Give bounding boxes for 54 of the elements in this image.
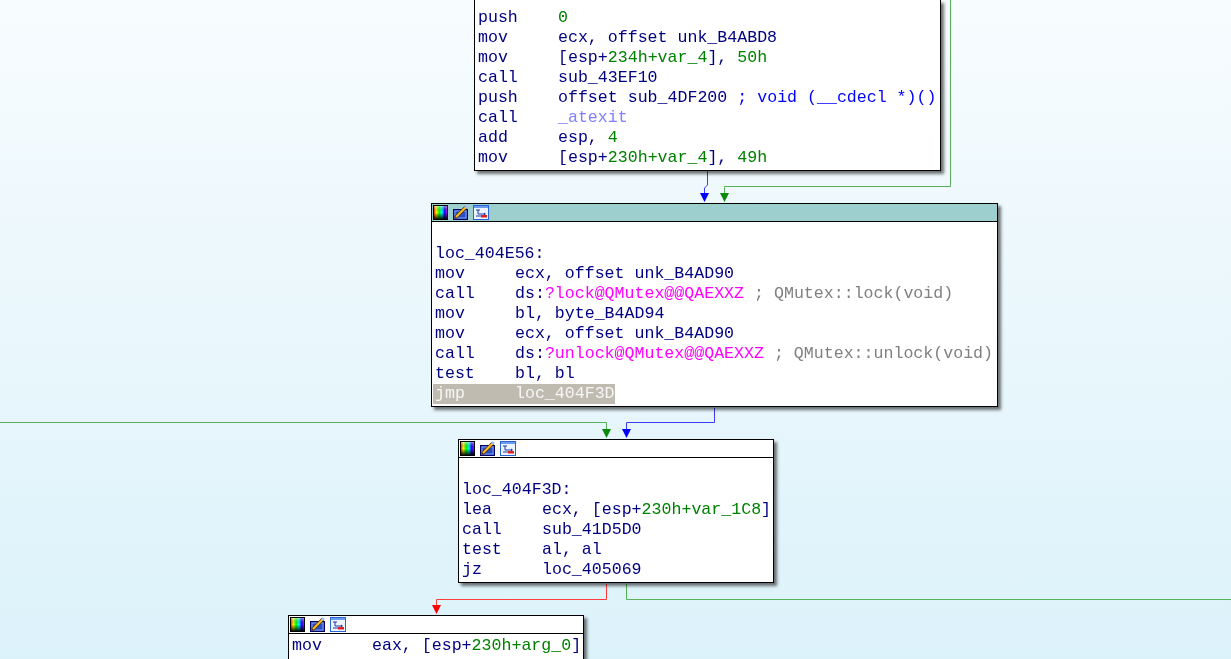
code-mnemonic: test (435, 364, 475, 384)
code-operand: sub_43EF10 (558, 68, 658, 88)
code-mnemonic: push (478, 88, 518, 108)
color-gradient-icon[interactable] (290, 617, 305, 632)
code-mnemonic: call (462, 520, 502, 540)
code-mnemonic: mov (435, 264, 465, 284)
code-operand: esp, 4 (558, 128, 618, 148)
code-operand: loc_405069 (542, 560, 642, 580)
code-mnemonic: mov (478, 48, 508, 68)
code-operand: ecx, [esp+230h+var_1C8] (542, 500, 772, 520)
code-operand: _atexit (558, 108, 628, 128)
code-label: loc_404F3D: (462, 480, 572, 500)
graph-window-icon[interactable] (500, 441, 516, 456)
code-label: loc_404E56: (435, 244, 545, 264)
code-mnemonic: mov (435, 304, 465, 324)
code-comment: ; void (__cdecl *)() (737, 88, 937, 108)
code-mnemonic: add (478, 128, 508, 148)
code-operand: offset sub_4DF200 (558, 88, 728, 108)
code-mnemonic: mov (435, 324, 465, 344)
code-mnemonic: call (478, 68, 518, 88)
color-gradient-icon[interactable] (433, 205, 448, 220)
graph-window-icon[interactable] (330, 617, 346, 632)
code-comment: ; QMutex::lock(void) (754, 284, 954, 304)
code-mnemonic: mov (478, 28, 508, 48)
code-mnemonic: lea (462, 500, 492, 520)
code-operand: ds:?lock@QMutex@@QAEXXZ (515, 284, 745, 304)
code-mnemonic: mov (292, 636, 322, 656)
code-operand: ecx, offset unk_B4AD90 (515, 264, 735, 284)
code-comment: ; QMutex::unlock(void) (773, 344, 994, 364)
pencil-icon[interactable] (310, 617, 325, 632)
code-mnemonic: call (435, 344, 475, 364)
code-operand: 0 (558, 8, 568, 28)
code-operand: ds:?unlock@QMutex@@QAEXXZ (515, 344, 764, 364)
code-mnemonic: test (462, 540, 502, 560)
code-operand: bl, byte_B4AD94 (515, 304, 665, 324)
graph-window-icon[interactable] (473, 205, 489, 220)
code-mnemonic: push (478, 8, 518, 28)
code-operand: [esp+230h+var_4], 49h (558, 148, 768, 168)
code-operand: bl, bl (515, 364, 575, 384)
color-gradient-icon[interactable] (460, 441, 475, 456)
code-operand: ecx, offset unk_B4ABD8 (558, 28, 778, 48)
code-mnemonic: jmp (435, 384, 465, 404)
code-operand: ecx, offset unk_B4AD90 (515, 324, 735, 344)
code-mnemonic: call (435, 284, 475, 304)
code-operand: eax, [esp+230h+arg_0] (372, 636, 582, 656)
pencil-icon[interactable] (453, 205, 468, 220)
pencil-icon[interactable] (480, 441, 495, 456)
code-mnemonic: call (478, 108, 518, 128)
arrow-connector (700, 170, 709, 202)
code-mnemonic: mov (478, 148, 508, 168)
code-mnemonic: jz (462, 560, 482, 580)
code-operand: al, al (542, 540, 602, 560)
code-operand: sub_41D5D0 (542, 520, 642, 540)
code-operand: [esp+234h+var_4], 50h (558, 48, 768, 68)
